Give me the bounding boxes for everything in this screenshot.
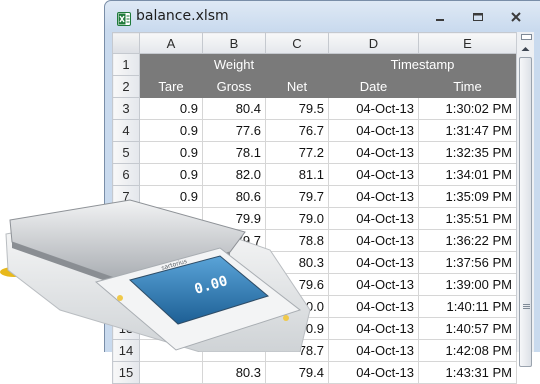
time-cell[interactable]: 1:31:47 PM [418,119,517,142]
table-row: 15 80.3 79.4 04-Oct-13 1:43:31 PM [112,361,517,384]
date-cell[interactable]: 04-Oct-13 [328,295,419,318]
thumb-grip [523,304,530,305]
column-header-a[interactable]: A [139,32,203,54]
title-bar[interactable]: balance.xlsm [105,1,540,33]
gross-cell[interactable]: 80.4 [202,97,266,120]
time-cell[interactable]: 1:35:09 PM [418,185,517,208]
net-header[interactable]: Net [265,75,329,98]
close-icon[interactable] [507,10,525,24]
column-header-d[interactable]: D [328,32,419,54]
net-cell[interactable]: 79.5 [265,97,329,120]
time-cell[interactable]: 1:43:31 PM [418,361,517,384]
column-header-c[interactable]: C [265,32,329,54]
date-cell[interactable]: 04-Oct-13 [328,185,419,208]
time-cell[interactable]: 1:36:22 PM [418,229,517,252]
column-header-b[interactable]: B [202,32,266,54]
table-row: 1 Weight Timestamp [112,53,517,76]
date-cell[interactable]: 04-Oct-13 [328,141,419,164]
table-row: 3 0.9 80.4 79.5 04-Oct-13 1:30:02 PM [112,97,517,120]
row-header[interactable]: 15 [112,361,140,384]
panel-key [283,315,289,321]
excel-icon[interactable] [117,11,131,26]
tare-cell[interactable]: 0.9 [139,163,203,186]
gross-cell[interactable]: 82.0 [202,163,266,186]
tare-cell[interactable]: 0.9 [139,141,203,164]
gross-header[interactable]: Gross [202,75,266,98]
date-cell[interactable]: 04-Oct-13 [328,207,419,230]
panel-key [117,295,123,301]
net-cell[interactable]: 79.4 [265,361,329,384]
row-header[interactable]: 4 [112,119,140,142]
time-cell[interactable]: 1:35:51 PM [418,207,517,230]
time-cell[interactable]: 1:37:56 PM [418,251,517,274]
time-cell[interactable]: 1:40:57 PM [418,317,517,340]
split-box[interactable] [521,34,532,40]
time-cell[interactable]: 1:32:35 PM [418,141,517,164]
column-header-e[interactable]: E [418,32,517,54]
time-cell[interactable]: 1:34:01 PM [418,163,517,186]
vertical-scrollbar[interactable] [516,32,534,367]
time-cell[interactable]: 1:40:11 PM [418,295,517,318]
time-cell[interactable]: 1:42:08 PM [418,339,517,362]
row-header[interactable]: 5 [112,141,140,164]
precision-balance-image: 0.00 sartorius [0,199,311,352]
time-cell[interactable]: 1:30:02 PM [418,97,517,120]
scroll-thumb[interactable] [519,57,532,367]
table-row: 4 0.9 77.6 76.7 04-Oct-13 1:31:47 PM [112,119,517,142]
tare-cell[interactable] [139,361,203,384]
date-cell[interactable]: 04-Oct-13 [328,163,419,186]
row-header[interactable]: 1 [112,53,140,76]
net-cell[interactable]: 76.7 [265,119,329,142]
net-cell[interactable]: 81.1 [265,163,329,186]
net-cell[interactable]: 77.2 [265,141,329,164]
maximize-icon[interactable] [469,10,487,24]
row-header[interactable]: 3 [112,97,140,120]
select-all-corner[interactable] [112,32,140,54]
timestamp-group-header[interactable]: Timestamp [328,53,517,76]
table-row: 2 Tare Gross Net Date Time [112,75,517,98]
date-cell[interactable]: 04-Oct-13 [328,317,419,340]
scroll-up-arrow-icon[interactable] [517,41,534,55]
date-cell[interactable]: 04-Oct-13 [328,251,419,274]
tare-cell[interactable]: 0.9 [139,119,203,142]
gross-cell[interactable]: 78.1 [202,141,266,164]
window-title: balance.xlsm [136,8,229,24]
date-cell[interactable]: 04-Oct-13 [328,229,419,252]
gross-cell[interactable]: 80.3 [202,361,266,384]
date-cell[interactable]: 04-Oct-13 [328,361,419,384]
date-cell[interactable]: 04-Oct-13 [328,119,419,142]
date-cell[interactable]: 04-Oct-13 [328,273,419,296]
tare-cell[interactable]: 0.9 [139,97,203,120]
time-header[interactable]: Time [418,75,517,98]
table-row: 6 0.9 82.0 81.1 04-Oct-13 1:34:01 PM [112,163,517,186]
gross-cell[interactable]: 77.6 [202,119,266,142]
minimize-icon[interactable] [431,10,449,24]
row-header[interactable]: 2 [112,75,140,98]
date-cell[interactable]: 04-Oct-13 [328,339,419,362]
date-cell[interactable]: 04-Oct-13 [328,97,419,120]
date-header[interactable]: Date [328,75,419,98]
table-row: 5 0.9 78.1 77.2 04-Oct-13 1:32:35 PM [112,141,517,164]
time-cell[interactable]: 1:39:00 PM [418,273,517,296]
row-header[interactable]: 6 [112,163,140,186]
weight-group-header[interactable]: Weight [139,53,329,76]
tare-header[interactable]: Tare [139,75,203,98]
